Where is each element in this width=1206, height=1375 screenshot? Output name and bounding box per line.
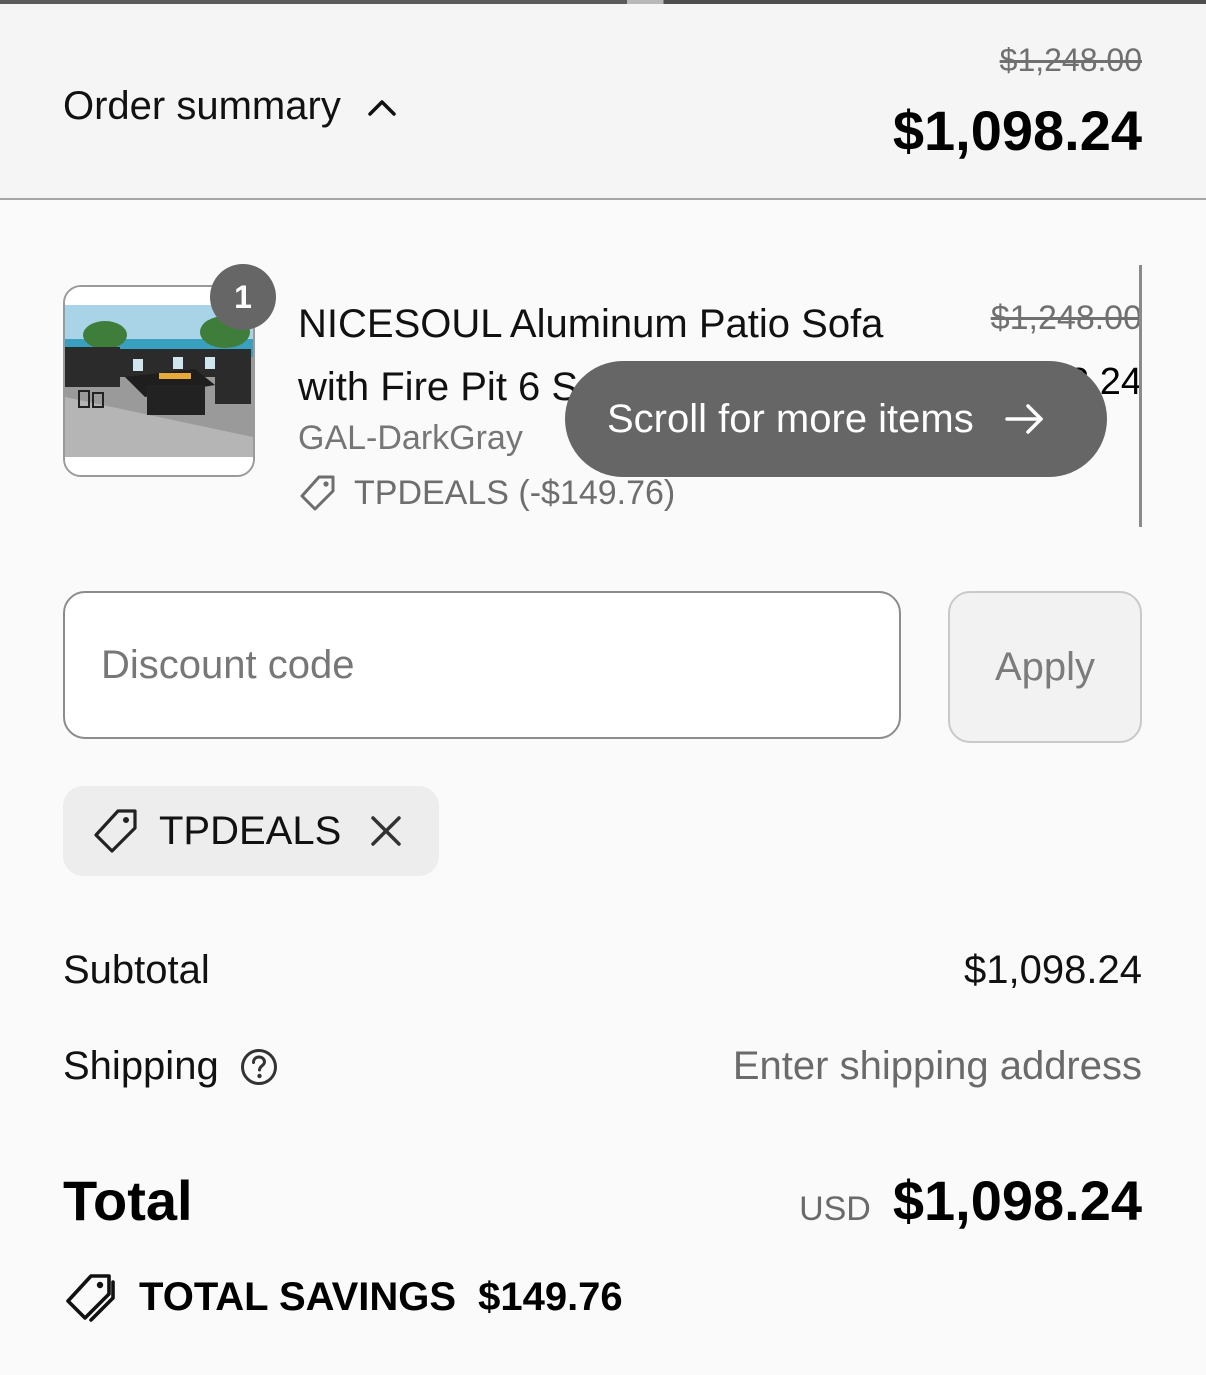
tags-icon xyxy=(66,1274,115,1322)
header-total-price: $1,098.24 xyxy=(892,99,1142,162)
scroll-more-items-button[interactable]: Scroll for more items xyxy=(565,361,1107,477)
order-summary-header: Order summary $1,248.00 $1,098.24 xyxy=(0,4,1206,200)
applied-discount-chip: TPDEALS xyxy=(63,786,439,876)
arrow-right-icon xyxy=(1005,404,1043,434)
remove-discount-close-icon[interactable] xyxy=(369,814,403,848)
subtotal-value: $1,098.24 xyxy=(964,948,1142,992)
header-original-price: $1,248.00 xyxy=(999,42,1142,78)
scroll-more-items-label: Scroll for more items xyxy=(607,396,974,441)
tag-icon xyxy=(94,809,137,853)
applied-discount-code: TPDEALS xyxy=(159,808,342,853)
shipping-label: Shipping xyxy=(63,1044,219,1088)
scroll-indicator[interactable] xyxy=(1139,265,1142,527)
discount-code-input[interactable] xyxy=(63,591,901,739)
tag-icon xyxy=(300,475,335,511)
item-original-price: $1,248.00 xyxy=(990,299,1142,337)
total-savings-value: $149.76 xyxy=(478,1274,623,1319)
total-amount: USD $1,098.24 xyxy=(799,1168,1142,1233)
shipping-value: Enter shipping address xyxy=(732,1044,1142,1088)
subtotal-row: Subtotal $1,098.24 xyxy=(63,948,1142,993)
total-value: $1,098.24 xyxy=(892,1169,1142,1232)
quantity-badge: 1 xyxy=(210,264,276,330)
currency-code: USD xyxy=(799,1190,871,1228)
shipping-label-group: Shipping xyxy=(63,1044,279,1089)
cart-line-item: 1 NICESOUL Aluminum Patio Sofa with Fire… xyxy=(0,255,1206,535)
total-row: Total USD $1,098.24 xyxy=(63,1168,1142,1233)
order-summary-label: Order summary xyxy=(63,84,341,128)
total-savings-label: TOTAL SAVINGS xyxy=(139,1274,457,1319)
total-label: Total xyxy=(63,1169,193,1232)
apply-discount-button[interactable]: Apply xyxy=(948,591,1142,743)
total-savings: TOTAL SAVINGS $149.76 xyxy=(63,1270,623,1324)
chevron-up-icon xyxy=(368,99,396,116)
order-summary-toggle[interactable]: Order summary xyxy=(63,84,397,129)
item-discount-label: TPDEALS (-$149.76) xyxy=(354,473,676,512)
help-question-icon[interactable] xyxy=(239,1047,279,1087)
product-variant: GAL-DarkGray xyxy=(298,419,523,457)
shipping-row: Shipping Enter shipping address xyxy=(63,1044,1142,1089)
subtotal-label: Subtotal xyxy=(63,948,210,992)
item-discount: TPDEALS (-$149.76) xyxy=(298,473,675,513)
